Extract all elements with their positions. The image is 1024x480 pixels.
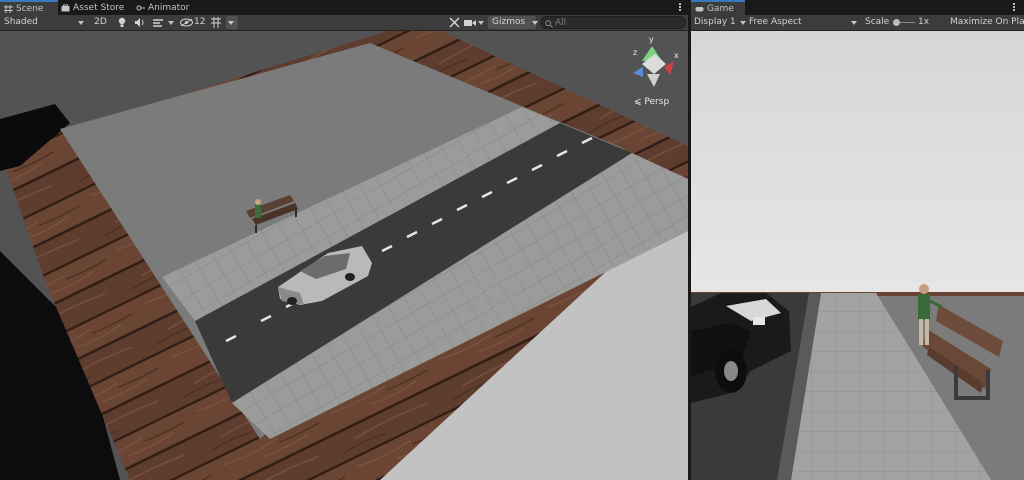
scale-slider[interactable]	[893, 16, 915, 29]
effects-icon[interactable]	[152, 17, 164, 28]
tab-game[interactable]: Game	[691, 0, 745, 15]
effects-dropdown-icon[interactable]	[168, 21, 174, 25]
game-toolbar: Display 1 Free Aspect Scale 1x Maximize …	[691, 15, 1024, 31]
game-viewport[interactable]	[691, 31, 1024, 480]
scene-search-input[interactable]: All	[540, 16, 686, 29]
scene-toolbar: Shaded 2D 12 Gizmos All	[0, 15, 688, 31]
tab-scene-label: Scene	[16, 4, 44, 14]
gamepad-icon	[695, 7, 704, 12]
display-label: Display 1	[694, 17, 736, 27]
projection-mode: Persp	[644, 97, 669, 107]
eye-slash-icon	[180, 18, 193, 27]
gizmo-axis-x: x	[674, 51, 679, 60]
maximize-on-play-label: Maximize On Play	[950, 17, 1024, 27]
hash-grid-icon	[4, 5, 13, 13]
projection-label[interactable]: ⩽ Persp	[634, 97, 669, 107]
scale-value: 1x	[918, 17, 930, 27]
search-icon	[545, 20, 553, 28]
chevron-down-icon	[228, 21, 234, 25]
game-more-icon[interactable]	[1013, 3, 1015, 5]
tab-animator[interactable]: Animator	[132, 1, 195, 15]
animator-icon	[136, 5, 145, 11]
chevron-down-icon	[740, 21, 746, 25]
hidden-count: 12	[194, 17, 206, 27]
search-placeholder: All	[555, 18, 567, 28]
shopping-bag-icon	[61, 4, 70, 12]
tab-asset-store-label: Asset Store	[73, 3, 125, 13]
shading-mode-dropdown[interactable]: Shaded	[4, 16, 84, 29]
camera-dropdown[interactable]	[464, 16, 486, 29]
shading-mode-label: Shaded	[4, 17, 38, 27]
scene-tab-bar: Scene Asset Store Animator	[0, 0, 688, 15]
scene-viewport[interactable]: z y x ⩽ Persp	[0, 31, 688, 480]
grid-snap-icon[interactable]	[210, 17, 222, 28]
chevron-down-icon	[78, 21, 84, 25]
aspect-dropdown[interactable]: Free Aspect	[749, 16, 857, 29]
gizmo-axis-y: y	[649, 35, 654, 44]
tab-game-label: Game	[707, 4, 734, 14]
scale-slider-handle[interactable]	[893, 19, 900, 26]
gizmo-axis-z: z	[633, 48, 637, 57]
gizmos-chevron-icon[interactable]	[532, 21, 538, 25]
maximize-on-play-button[interactable]: Maximize On Play	[950, 16, 1024, 29]
toggle-2d-label: 2D	[94, 17, 107, 27]
gizmos-dropdown[interactable]: Gizmos	[488, 16, 536, 29]
lighting-icon[interactable]	[117, 17, 127, 28]
chevron-down-icon	[851, 21, 857, 25]
grid-dropdown[interactable]	[226, 16, 238, 29]
tab-scene[interactable]: Scene	[0, 0, 58, 15]
hidden-objects-toggle[interactable]: 12	[180, 16, 208, 29]
camera-icon	[464, 20, 476, 26]
tab-animator-label: Animator	[148, 3, 190, 13]
scene-more-icon[interactable]	[679, 3, 681, 5]
toggle-2d-button[interactable]: 2D	[93, 16, 108, 29]
audio-icon[interactable]	[134, 17, 146, 28]
aspect-label: Free Aspect	[749, 17, 802, 27]
chevron-down-icon	[478, 21, 484, 25]
game-tab-bar: Game	[691, 0, 1024, 15]
tab-asset-store[interactable]: Asset Store	[57, 1, 130, 15]
tools-icon[interactable]	[449, 17, 460, 28]
gizmos-label: Gizmos	[492, 17, 526, 27]
display-dropdown[interactable]: Display 1	[694, 16, 746, 29]
scale-label: Scale	[865, 17, 890, 27]
